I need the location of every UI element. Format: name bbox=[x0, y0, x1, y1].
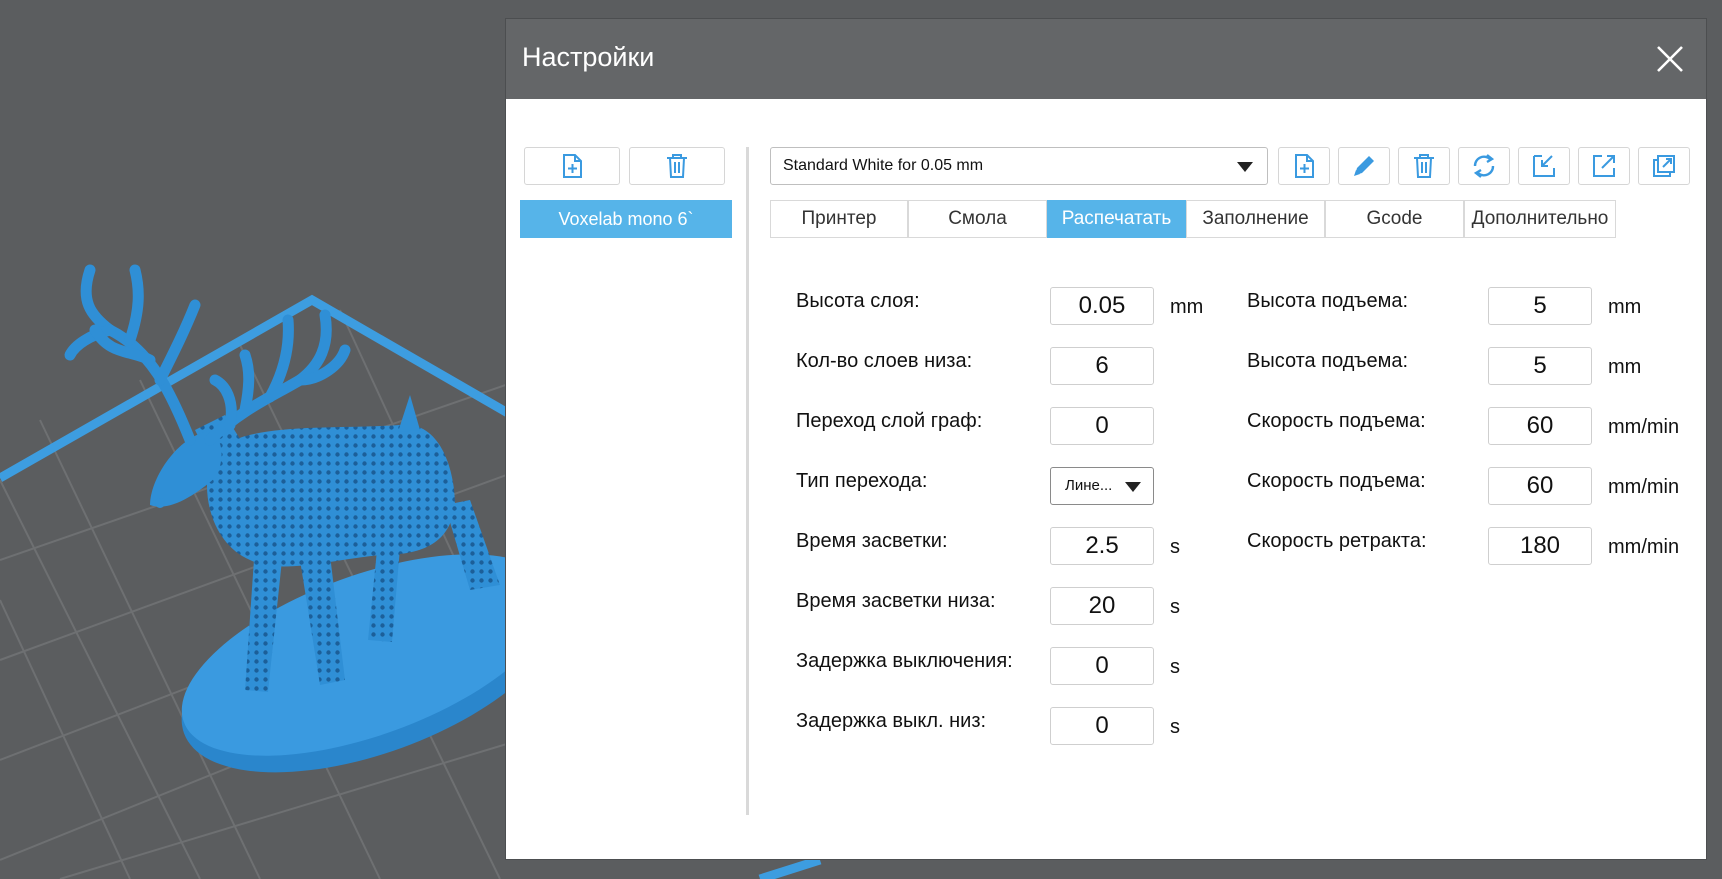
file-plus-icon bbox=[1295, 154, 1314, 178]
lift-height-input[interactable]: 5 bbox=[1488, 287, 1592, 325]
tab-print[interactable]: Распечатать bbox=[1047, 200, 1186, 238]
settings-dialog: Настройки Voxelab mono 6` Standard White… bbox=[506, 19, 1706, 859]
import-icon bbox=[1533, 155, 1555, 177]
exposure-time-label: Время засветки: bbox=[796, 530, 948, 552]
retract-speed-label: Скорость ретракта: bbox=[1247, 530, 1427, 552]
exposure-time-input[interactable]: 2.5 bbox=[1050, 527, 1154, 565]
export-profile-button[interactable] bbox=[1578, 147, 1630, 185]
dialog-titlebar: Настройки bbox=[506, 19, 1706, 99]
chevron-down-icon bbox=[1237, 162, 1253, 172]
edit-profile-button[interactable] bbox=[1338, 147, 1390, 185]
exposure-time-unit: s bbox=[1170, 536, 1180, 558]
bottom-lift-height-unit: mm bbox=[1608, 356, 1642, 378]
bottom-layers-input[interactable]: 6 bbox=[1050, 347, 1154, 385]
bottom-lift-height-input[interactable]: 5 bbox=[1488, 347, 1592, 385]
light-off-delay-label: Задержка выключения: bbox=[796, 650, 1013, 672]
trash-icon bbox=[1414, 154, 1434, 178]
panel-divider bbox=[746, 147, 749, 815]
bottom-lift-height-label: Высота подъема: bbox=[1247, 350, 1409, 372]
lift-speed-input[interactable]: 60 bbox=[1488, 407, 1592, 445]
bottom-light-off-delay-label: Задержка выкл. низ: bbox=[796, 710, 987, 732]
transition-layers-label: Переход слой граф: bbox=[796, 410, 983, 432]
retract-speed-input[interactable]: 180 bbox=[1488, 527, 1592, 565]
lift-height-unit: mm bbox=[1608, 296, 1642, 318]
printer-list-item[interactable]: Voxelab mono 6` bbox=[520, 200, 732, 238]
tab-advanced[interactable]: Дополнительно bbox=[1464, 200, 1616, 238]
transition-layers-input[interactable]: 0 bbox=[1050, 407, 1154, 445]
copy-icon bbox=[1653, 155, 1675, 177]
transition-type-select[interactable]: Лине... bbox=[1050, 467, 1154, 505]
export-icon bbox=[1593, 155, 1615, 177]
chevron-down-icon bbox=[1125, 482, 1141, 492]
delete-printer-button[interactable] bbox=[629, 147, 725, 185]
new-profile-button[interactable] bbox=[1278, 147, 1330, 185]
bottom-lift-speed-label: Скорость подъема: bbox=[1247, 470, 1426, 492]
layer-height-label: Высота слоя: bbox=[796, 290, 920, 312]
tab-gcode[interactable]: Gcode bbox=[1325, 200, 1464, 238]
import-profile-button[interactable] bbox=[1518, 147, 1570, 185]
bottom-lift-speed-input[interactable]: 60 bbox=[1488, 467, 1592, 505]
bottom-exposure-input[interactable]: 20 bbox=[1050, 587, 1154, 625]
transition-type-value: Лине... bbox=[1065, 477, 1113, 494]
bottom-lift-speed-unit: mm/min bbox=[1608, 476, 1680, 498]
add-printer-button[interactable] bbox=[524, 147, 620, 185]
tab-resin[interactable]: Смола bbox=[908, 200, 1047, 238]
light-off-delay-unit: s bbox=[1170, 656, 1180, 678]
trash-icon bbox=[667, 154, 687, 178]
layer-height-unit: mm bbox=[1170, 296, 1204, 318]
profile-select-value: Standard White for 0.05 mm bbox=[783, 157, 984, 174]
pencil-icon bbox=[1354, 156, 1374, 176]
transition-type-label: Тип перехода: bbox=[796, 470, 928, 492]
lift-speed-label: Скорость подъема: bbox=[1247, 410, 1426, 432]
lift-speed-unit: mm/min bbox=[1608, 416, 1680, 438]
light-off-delay-input[interactable]: 0 bbox=[1050, 647, 1154, 685]
tab-infill[interactable]: Заполнение bbox=[1186, 200, 1325, 238]
layer-height-input[interactable]: 0.05 bbox=[1050, 287, 1154, 325]
tab-printer[interactable]: Принтер bbox=[770, 200, 908, 238]
dialog-title: Настройки bbox=[522, 42, 655, 72]
refresh-profile-button[interactable] bbox=[1458, 147, 1510, 185]
copy-profile-button[interactable] bbox=[1638, 147, 1690, 185]
close-button[interactable] bbox=[1646, 35, 1694, 83]
bottom-light-off-delay-unit: s bbox=[1170, 716, 1180, 738]
bottom-exposure-label: Время засветки низа: bbox=[796, 590, 996, 612]
bottom-light-off-delay-input[interactable]: 0 bbox=[1050, 707, 1154, 745]
bottom-layers-label: Кол-во слоев низа: bbox=[796, 350, 973, 372]
retract-speed-unit: mm/min bbox=[1608, 536, 1680, 558]
file-plus-icon bbox=[563, 154, 582, 178]
bottom-exposure-unit: s bbox=[1170, 596, 1180, 618]
delete-profile-button[interactable] bbox=[1398, 147, 1450, 185]
profile-select[interactable]: Standard White for 0.05 mm bbox=[770, 147, 1268, 185]
settings-tabs: Принтер Смола Распечатать Заполнение Gco… bbox=[770, 200, 1682, 238]
refresh-icon bbox=[1473, 154, 1495, 178]
close-icon bbox=[1657, 46, 1683, 72]
lift-height-label: Высота подъема: bbox=[1247, 290, 1409, 312]
